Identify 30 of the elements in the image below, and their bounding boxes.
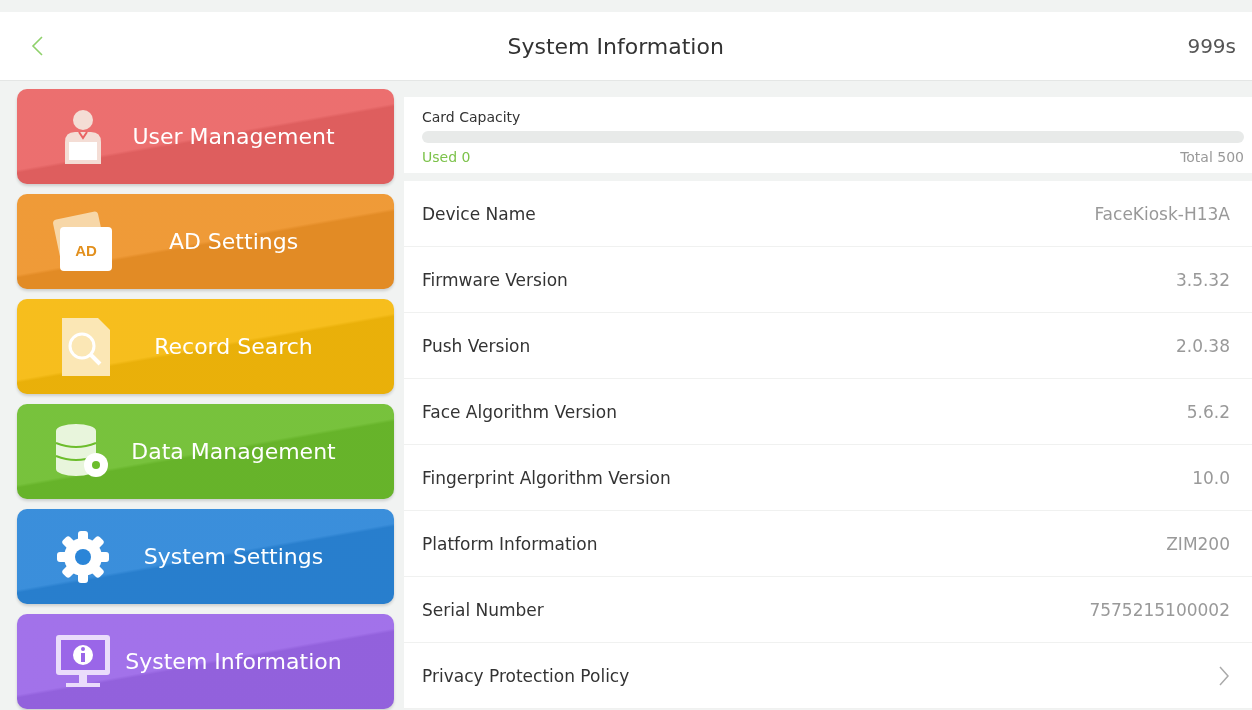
- menu-item[interactable]: System Information: [17, 614, 394, 709]
- gear-icon: [56, 529, 110, 584]
- chevron-right-icon: [1218, 664, 1230, 687]
- menu-item[interactable]: AD AD Settings: [17, 194, 394, 289]
- info-value: 2.0.38: [1175, 335, 1230, 356]
- info-label: Device Name: [422, 203, 536, 224]
- menu-item[interactable]: Data Management: [17, 404, 394, 499]
- info-value: ZIM200: [1166, 533, 1230, 554]
- countdown-timer: 999s: [1187, 34, 1236, 58]
- capacity-title: Card Capacity: [422, 109, 522, 125]
- used-count: Used 0: [422, 149, 471, 165]
- info-label: Push Version: [422, 335, 531, 356]
- info-value: 5.6.2: [1186, 401, 1230, 422]
- info-label: Serial Number: [422, 599, 544, 620]
- info-value: FaceKiosk-H13A: [1094, 203, 1230, 224]
- total-count: Total 500: [1180, 149, 1244, 165]
- info-label: Fingerprint Algorithm Version: [422, 467, 671, 488]
- back-icon[interactable]: [30, 35, 44, 57]
- info-label: Face Algorithm Version: [422, 401, 618, 422]
- menu-item[interactable]: Record Search: [17, 299, 394, 394]
- menu-item[interactable]: User Management: [17, 89, 394, 184]
- menu-item[interactable]: System Settings: [17, 509, 394, 604]
- info-label: Platform Information: [422, 533, 598, 554]
- info-row[interactable]: Privacy Protection Policy: [404, 643, 1252, 709]
- info-value: 7575215100002: [1089, 599, 1230, 620]
- info-label: Firmware Version: [422, 269, 568, 290]
- info-value: 3.5.32: [1175, 269, 1230, 290]
- page-title: System Information: [506, 33, 725, 59]
- info-label: Privacy Protection Policy: [422, 665, 630, 686]
- info-value: 10.0: [1192, 467, 1230, 488]
